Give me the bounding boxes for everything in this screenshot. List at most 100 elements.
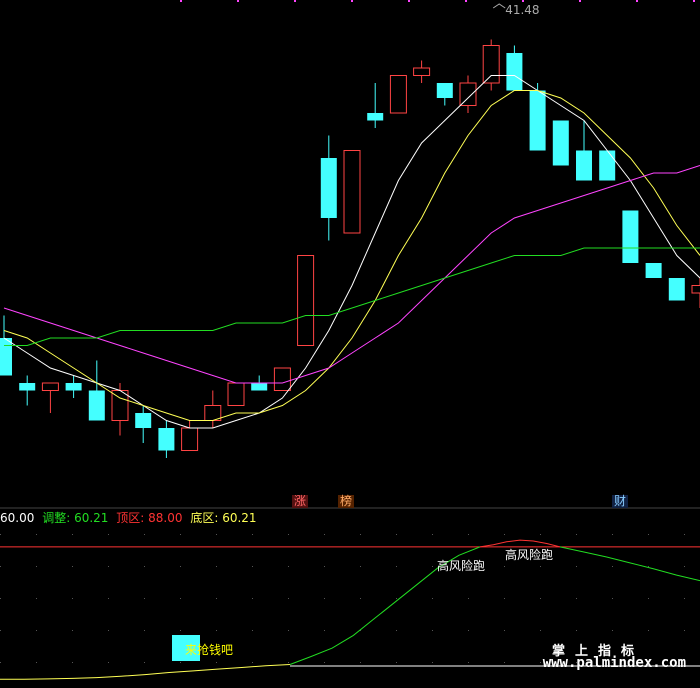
indicator-line-3 [559, 546, 700, 582]
candle-body [668, 278, 685, 301]
grid-dot [0, 534, 1, 535]
grid-dot [36, 662, 37, 663]
ma-line-3 [4, 247, 700, 346]
grid-dot [468, 598, 469, 599]
grid-dot [468, 534, 469, 535]
grid-dot [468, 630, 469, 631]
candle-body [158, 428, 175, 451]
grid-dot [324, 598, 325, 599]
candle-body [19, 383, 36, 391]
candle-body [482, 45, 500, 84]
grid-dot [540, 566, 541, 567]
grid-dot [180, 662, 181, 663]
grid-dot [144, 630, 145, 631]
candle-body [181, 427, 199, 451]
grid-dot [612, 566, 613, 567]
event-tag-finance[interactable]: 财 [612, 495, 629, 508]
candle-body [599, 150, 616, 181]
grid-dot [324, 566, 325, 567]
grid-dot [288, 534, 289, 535]
candle-body [413, 67, 431, 76]
candle-body [459, 82, 477, 106]
grid-dot [648, 534, 649, 535]
grid-dot [648, 598, 649, 599]
candle-body [691, 285, 700, 294]
grid-dot [180, 566, 181, 567]
top-marker [465, 0, 467, 2]
candle-body [367, 113, 384, 121]
high-risk-label-2: 高风险跑 [505, 548, 554, 562]
grid-dot [0, 566, 1, 567]
grid-dot [612, 630, 613, 631]
candle-body [320, 158, 337, 218]
top-marker [237, 0, 239, 2]
indicator-line-0 [0, 663, 291, 680]
grid-dot [108, 598, 109, 599]
grid-dot [504, 662, 505, 663]
grid-dot [108, 534, 109, 535]
grid-dot [684, 534, 685, 535]
grid-dot [360, 662, 361, 663]
grid-dot [0, 630, 1, 631]
top-marker [693, 0, 695, 2]
grid-dot [72, 630, 73, 631]
event-tag-rise[interactable]: 涨 [292, 495, 309, 508]
grid-dot [72, 534, 73, 535]
top-marker [408, 0, 410, 2]
candle-body [88, 390, 105, 421]
high-annotation-arrow [492, 3, 506, 9]
grid-dot [576, 566, 577, 567]
grid-dot [144, 662, 145, 663]
grid-dot [504, 598, 505, 599]
grid-dot [144, 566, 145, 567]
top-marker [636, 0, 638, 2]
top-marker [522, 0, 524, 2]
indicator-value-adjust: 调整: 60.21 [42, 511, 109, 525]
grid-dot [540, 534, 541, 535]
high-annotation-label: 41.48 [505, 3, 539, 17]
grid-dot [180, 598, 181, 599]
grid-dot [216, 598, 217, 599]
grid-dot [108, 566, 109, 567]
grid-dot [396, 566, 397, 567]
grid-dot [504, 566, 505, 567]
grid-dot [0, 662, 1, 663]
grid-dot [396, 598, 397, 599]
grid-dot [252, 598, 253, 599]
candle-body [135, 413, 152, 428]
grid-dot [648, 566, 649, 567]
grid-dot [684, 566, 685, 567]
candle-body [41, 382, 59, 391]
candle-body [576, 150, 592, 181]
indicator-header: 60.00 调整: 60.21 顶区: 88.00 底区: 60.21 [0, 510, 257, 526]
event-tag-list[interactable]: 榜 [338, 495, 355, 508]
grid-dot [252, 630, 253, 631]
candle-body [251, 383, 268, 391]
grid-dot [612, 598, 613, 599]
grid-dot [540, 630, 541, 631]
entry-signal-label: 来抢钱吧 [185, 643, 234, 657]
grid-dot [252, 534, 253, 535]
grid-dot [360, 598, 361, 599]
grid-dot [468, 662, 469, 663]
indicator-value-main: 60.00 [0, 511, 35, 525]
grid-dot [396, 630, 397, 631]
grid-dot [144, 534, 145, 535]
grid-dot [432, 534, 433, 535]
grid-dot [72, 566, 73, 567]
grid-dot [288, 662, 289, 663]
grid-dot [216, 630, 217, 631]
candle-body [297, 255, 315, 346]
grid-dot [216, 566, 217, 567]
grid-dot [504, 534, 505, 535]
candle-body [552, 120, 569, 166]
grid-dot [396, 534, 397, 535]
grid-dot [288, 630, 289, 631]
top-marker [294, 0, 296, 2]
grid-dot [108, 630, 109, 631]
grid-dot [432, 598, 433, 599]
indicator-value-bottom: 底区: 60.21 [190, 511, 257, 525]
grid-dot [180, 534, 181, 535]
grid-dot [252, 566, 253, 567]
grid-dot [576, 630, 577, 631]
